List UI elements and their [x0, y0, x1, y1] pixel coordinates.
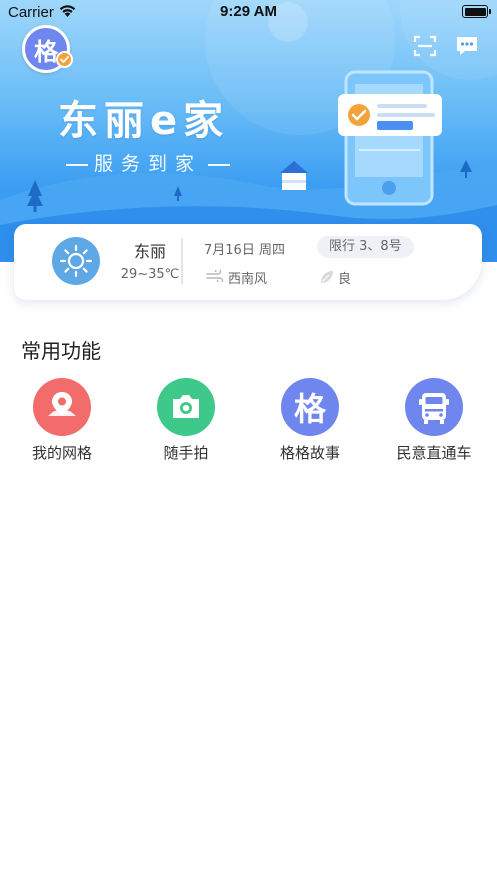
function-label: 民意直通车	[396, 444, 472, 462]
section-title: 常用功能	[21, 339, 101, 363]
function-label: 随手拍	[163, 444, 209, 462]
scan-icon[interactable]	[413, 35, 437, 57]
battery-icon	[462, 5, 491, 18]
wind-icon	[206, 270, 224, 282]
car-icon	[405, 378, 463, 436]
function-snapshot[interactable]: 随手拍	[131, 376, 241, 466]
header-banner: 格 东丽e家 服务到家	[0, 0, 497, 262]
ge-char-icon: 格	[281, 378, 339, 436]
brand-title: 东丽e家	[58, 98, 230, 144]
weather-divider	[181, 238, 183, 284]
camera-icon	[157, 378, 215, 436]
air-quality: 良	[338, 272, 352, 287]
brand-subtitle: 服务到家	[60, 149, 236, 176]
function-label: 格格故事	[279, 444, 340, 462]
sun-icon	[52, 237, 100, 285]
function-my-grid[interactable]: 我的网格	[7, 376, 117, 466]
verified-badge-icon	[56, 51, 73, 68]
avatar-char: 格	[34, 37, 58, 66]
clock: 9:29 AM	[220, 3, 277, 20]
weather-card[interactable]: 东丽 29~35℃ 7月16日 周四 限行 3、8号 西南风 良	[14, 224, 482, 300]
function-public-opinion[interactable]: 民意直通车	[379, 376, 489, 466]
function-label: 我的网格	[31, 444, 92, 462]
weather-city: 东丽	[133, 242, 166, 261]
leaf-icon	[321, 271, 333, 283]
function-grid: 我的网格 随手拍 格 格格故事 民意直通车	[0, 376, 497, 466]
status-bar: Carrier 9:29 AM	[0, 0, 497, 26]
map-pin-icon	[33, 378, 91, 436]
function-stories[interactable]: 格 格格故事	[255, 376, 365, 466]
weather-wind: 西南风	[228, 272, 268, 287]
weather-date: 7月16日 周四	[204, 243, 285, 258]
weather-temperature: 29~35℃	[120, 267, 180, 282]
message-icon[interactable]	[455, 34, 479, 58]
traffic-limit-badge: 限行 3、8号	[317, 236, 414, 258]
